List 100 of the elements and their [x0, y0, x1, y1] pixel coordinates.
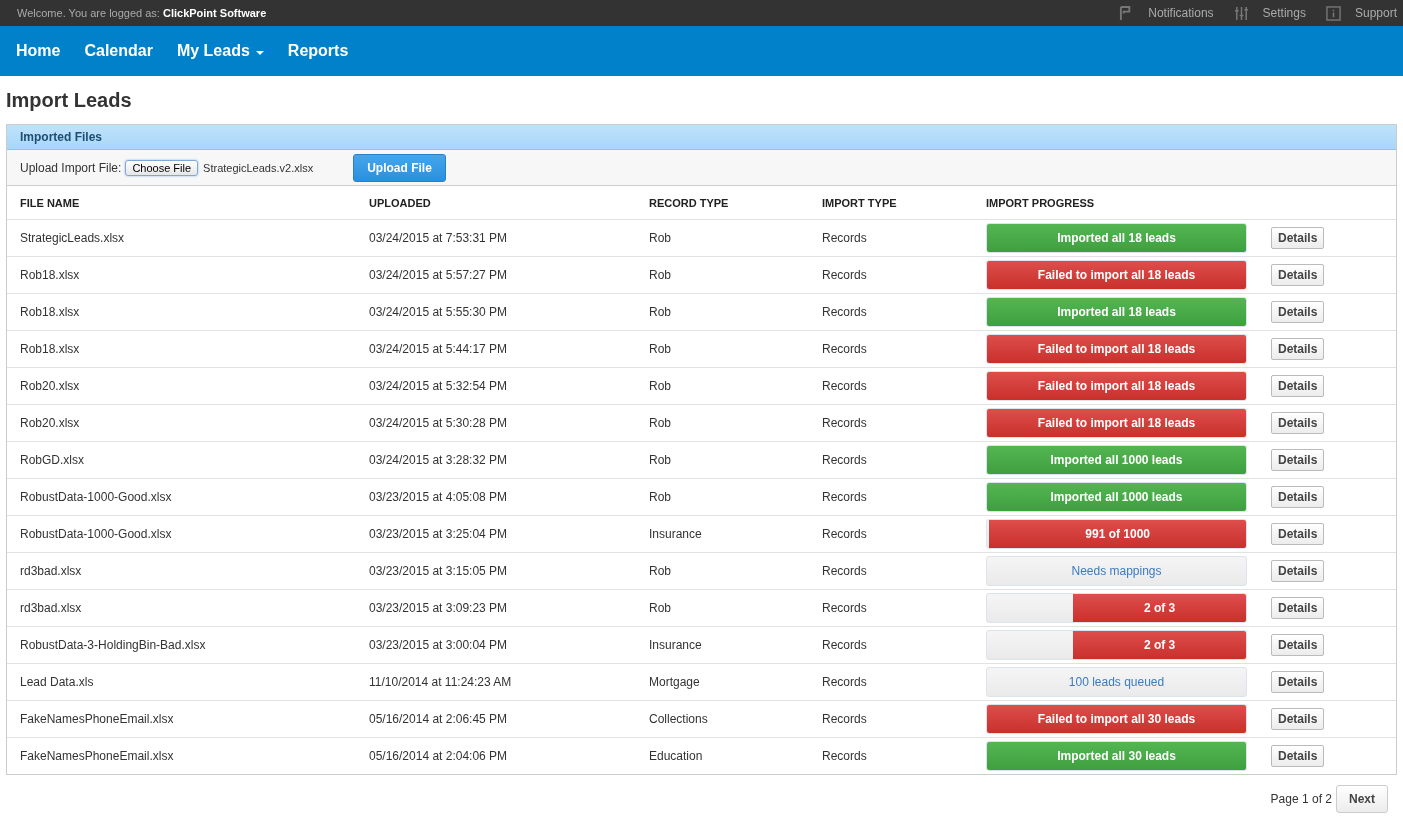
details-button[interactable]: Details — [1271, 634, 1325, 656]
nav-item[interactable]: Reports — [287, 42, 349, 60]
table-cell: Rob — [649, 490, 671, 504]
table-cell: 03/24/2015 at 7:53:31 PM — [369, 231, 508, 245]
table-cell: Records — [822, 527, 867, 541]
table-cell: Rob — [649, 342, 671, 356]
column-header: IMPORT PROGRESS — [986, 196, 1095, 209]
details-button[interactable]: Details — [1271, 449, 1325, 471]
table-cell: Records — [822, 453, 867, 467]
column-header: IMPORT TYPE — [822, 196, 897, 209]
table-cell: RobustData-3-HoldingBin-Bad.xlsx — [20, 638, 206, 652]
page-title: Import Leads — [6, 89, 133, 112]
progress-fill: Failed to import all 18 leads — [987, 409, 1246, 437]
table-cell: FakeNamesPhoneEmail.xlsx — [20, 712, 174, 726]
details-button[interactable]: Details — [1271, 523, 1325, 545]
info-icon[interactable] — [1325, 5, 1341, 21]
table-cell: Rob — [649, 601, 671, 615]
details-button[interactable]: Details — [1271, 264, 1325, 286]
details-button[interactable]: Details — [1271, 597, 1325, 619]
table-cell: Records — [822, 490, 867, 504]
progress-fill: Imported all 18 leads — [987, 224, 1246, 252]
table-cell: FakeNamesPhoneEmail.xlsx — [20, 749, 174, 763]
progress-fill: 991 of 1000 — [989, 520, 1246, 548]
table-cell: 03/23/2015 at 3:25:04 PM — [369, 527, 508, 541]
top-link[interactable]: Settings — [1262, 6, 1306, 20]
table-cell: Mortgage — [649, 675, 700, 689]
next-button[interactable]: Next — [1336, 785, 1388, 813]
progress-label: Needs mappings — [1070, 564, 1163, 578]
progress-fill: Failed to import all 18 leads — [987, 261, 1246, 289]
table-cell: Rob — [649, 416, 671, 430]
table-cell: Rob18.xlsx — [20, 342, 80, 356]
table-cell: Records — [822, 564, 867, 578]
details-button[interactable]: Details — [1271, 708, 1325, 730]
top-link[interactable]: Notifications — [1148, 6, 1214, 20]
upload-label: Upload Import File: — [20, 160, 122, 175]
progress-fill: Imported all 1000 leads — [987, 446, 1246, 474]
progress-fill: 2 of 3 — [1073, 631, 1246, 659]
nav-item[interactable]: Home — [16, 42, 61, 60]
progress-fill: Imported all 1000 leads — [987, 483, 1246, 511]
table-cell: 03/23/2015 at 3:00:04 PM — [369, 638, 508, 652]
table-cell: Records — [822, 416, 867, 430]
top-link[interactable]: Support — [1354, 6, 1397, 20]
table-cell: StrategicLeads.xlsx — [20, 231, 125, 245]
table-cell: Records — [822, 231, 867, 245]
table-cell: Rob18.xlsx — [20, 268, 80, 282]
chosen-file-name: StrategicLeads.v2.xlsx — [203, 161, 314, 174]
table-cell: 05/16/2014 at 2:06:45 PM — [369, 712, 508, 726]
details-button[interactable]: Details — [1271, 486, 1325, 508]
table-cell: Records — [822, 601, 867, 615]
welcome-text: Welcome. You are logged as: ClickPoint Software — [17, 7, 267, 19]
table-cell: Rob — [649, 231, 671, 245]
details-button[interactable]: Details — [1271, 671, 1325, 693]
column-header: FILE NAME — [20, 196, 80, 209]
details-button[interactable]: Details — [1271, 338, 1325, 360]
table-cell: Rob — [649, 564, 671, 578]
table-cell: Collections — [649, 712, 708, 726]
details-button[interactable]: Details — [1271, 560, 1325, 582]
table-cell: 03/24/2015 at 5:30:28 PM — [369, 416, 508, 430]
table-cell: 03/24/2015 at 5:32:54 PM — [369, 379, 508, 393]
table-cell: Records — [822, 749, 867, 763]
table-cell: 03/23/2015 at 4:05:08 PM — [369, 490, 508, 504]
table-cell: Rob — [649, 305, 671, 319]
table-cell: Rob — [649, 268, 671, 282]
table-cell: Rob20.xlsx — [20, 416, 80, 430]
page-info: Page 1 of 2 — [1270, 792, 1332, 806]
column-header: UPLOADED — [369, 196, 431, 209]
details-button[interactable]: Details — [1271, 227, 1325, 249]
nav-item[interactable]: My Leads — [176, 42, 264, 60]
panel-title: Imported Files — [20, 130, 102, 144]
details-button[interactable]: Details — [1271, 375, 1325, 397]
details-button[interactable]: Details — [1271, 301, 1325, 323]
table-cell: 03/23/2015 at 3:09:23 PM — [369, 601, 508, 615]
table-cell: Education — [649, 749, 703, 763]
table-cell: 03/24/2015 at 5:44:17 PM — [369, 342, 508, 356]
progress-fill: Failed to import all 18 leads — [987, 335, 1246, 363]
table-cell: 05/16/2014 at 2:04:06 PM — [369, 749, 508, 763]
sliders-icon[interactable] — [1233, 5, 1249, 21]
table-cell: 03/24/2015 at 3:28:32 PM — [369, 453, 508, 467]
details-button[interactable]: Details — [1271, 745, 1325, 767]
progress-fill: Imported all 18 leads — [987, 298, 1246, 326]
table-cell: Rob18.xlsx — [20, 305, 80, 319]
nav-item[interactable]: Calendar — [84, 42, 153, 60]
table-cell: Records — [822, 305, 867, 319]
table-cell: 03/24/2015 at 5:55:30 PM — [369, 305, 508, 319]
table-cell: Records — [822, 379, 867, 393]
choose-file-button[interactable]: Choose File — [125, 159, 199, 176]
table-cell: Rob — [649, 453, 671, 467]
details-button[interactable]: Details — [1271, 412, 1325, 434]
table-cell: RobGD.xlsx — [20, 453, 84, 467]
column-header: RECORD TYPE — [649, 196, 729, 209]
table-cell: 03/23/2015 at 3:15:05 PM — [369, 564, 508, 578]
progress-fill: Failed to import all 18 leads — [987, 372, 1246, 400]
progress-fill: 2 of 3 — [1073, 594, 1246, 622]
table-cell: RobustData-1000-Good.xlsx — [20, 527, 172, 541]
table-cell: Lead Data.xls — [20, 675, 94, 689]
table-cell: Records — [822, 342, 867, 356]
table-cell: 11/10/2014 at 11:24:23 AM — [369, 675, 512, 689]
table-cell: Rob20.xlsx — [20, 379, 80, 393]
progress-label: 100 leads queued — [1067, 675, 1166, 689]
table-cell: Records — [822, 712, 867, 726]
